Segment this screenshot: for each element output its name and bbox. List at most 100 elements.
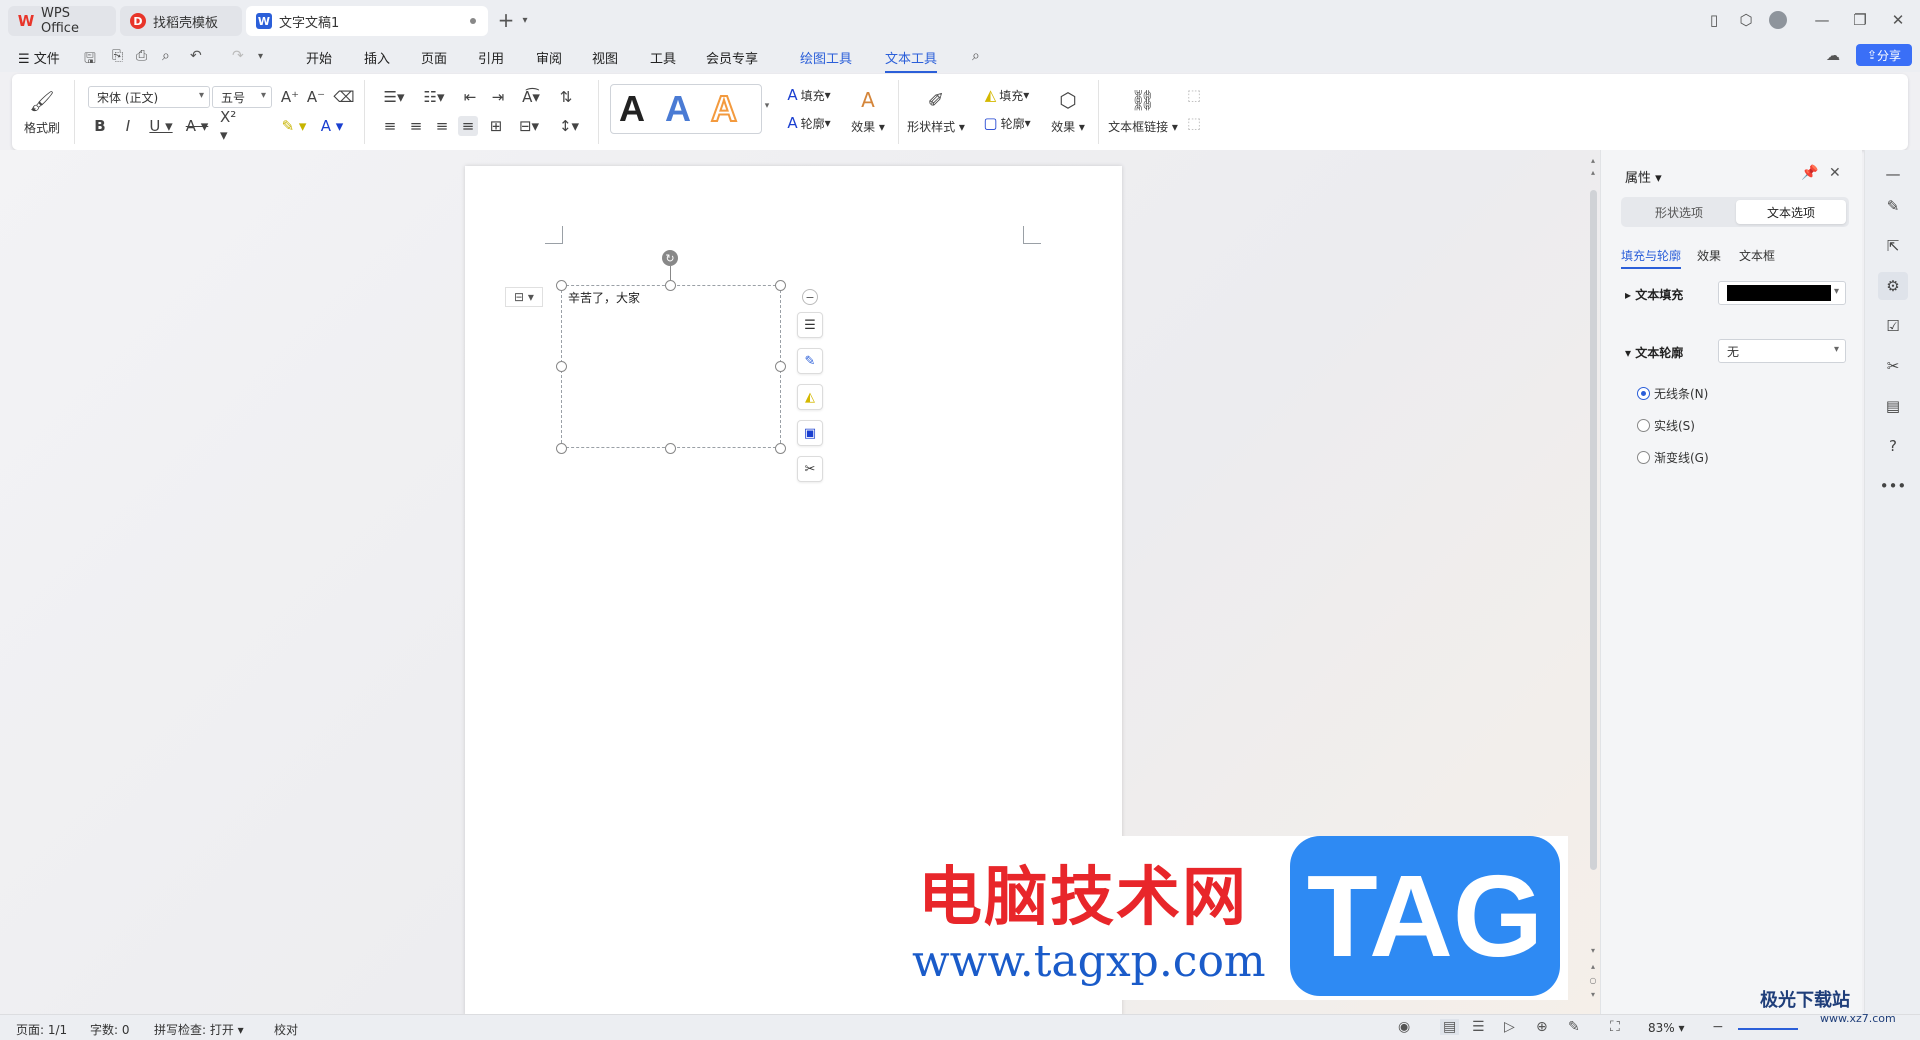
art-style-blue[interactable]: A (665, 89, 691, 129)
scroll-up-icon[interactable]: ▴ (1588, 168, 1598, 177)
wrap-text-icon[interactable]: ☰ (797, 312, 823, 338)
tab-page[interactable]: 页面 (421, 48, 447, 67)
fit-page-icon[interactable]: ⛶ (1610, 1019, 1620, 1035)
scroll-thumb[interactable] (1590, 190, 1597, 870)
tab-home[interactable]: 开始 (306, 48, 332, 67)
web-view-icon[interactable]: ⊕ (1536, 1019, 1548, 1035)
export-icon[interactable]: ⎘ (112, 48, 123, 64)
eye-icon[interactable]: ◉ (1398, 1019, 1410, 1035)
proofread-button[interactable]: 校对 (274, 1021, 298, 1038)
play-icon[interactable]: ▷ (1504, 1019, 1515, 1035)
share-button[interactable]: ⇪ 分享 (1856, 44, 1912, 66)
increase-indent-icon[interactable]: ⇥ (488, 88, 508, 106)
text-effect-button[interactable]: A 效果 ▾ (846, 82, 890, 140)
radio-solid-line[interactable]: 实线(S) (1637, 417, 1695, 434)
prev-page-icon[interactable]: ▴ (1588, 962, 1598, 971)
tab-references[interactable]: 引用 (478, 48, 504, 67)
text-outline-button[interactable]: A 轮廓 ▾ (778, 114, 840, 132)
cube-icon[interactable]: ⬡ (1736, 10, 1756, 30)
tab-wps-office[interactable]: W WPS Office (8, 6, 116, 36)
tab-tools[interactable]: 工具 (650, 48, 676, 67)
pin-icon[interactable]: 📌 (1801, 165, 1818, 181)
resize-handle[interactable] (556, 280, 567, 291)
art-style-orange-outline[interactable]: A (710, 88, 738, 130)
print-icon[interactable]: ⎙ (136, 48, 147, 64)
search-icon[interactable]: ⌕ (972, 48, 980, 64)
align-center-icon[interactable]: ≡ (406, 116, 426, 136)
tools-icon[interactable]: ✂ (797, 456, 823, 482)
tab-menu-chevron-icon[interactable]: ▾ (518, 10, 532, 30)
text-outline-select[interactable]: 无 ▾ (1718, 339, 1846, 363)
select-pointer-icon[interactable]: ⇱ (1878, 232, 1908, 260)
resize-handle[interactable] (775, 280, 786, 291)
tab-template[interactable]: D 找稻壳模板 (120, 6, 242, 36)
font-color-icon[interactable]: A ▾ (318, 116, 346, 136)
select-browse-icon[interactable]: ○ (1588, 976, 1598, 985)
print-preview-icon[interactable]: ⌕ (162, 48, 170, 64)
tab-document[interactable]: W 文字文稿1 (246, 6, 488, 36)
text-fill-button[interactable]: A 填充 ▾ (778, 86, 840, 104)
text-direction-icon[interactable]: A͡▾ (516, 88, 546, 106)
radio-gradient-line[interactable]: 渐变线(G) (1637, 449, 1709, 466)
tab-insert[interactable]: 插入 (364, 48, 390, 67)
sort-icon[interactable]: ⇅ (556, 88, 576, 106)
panel-title[interactable]: 属性 ▾ (1625, 167, 1662, 186)
tab-text-options[interactable]: 文本选项 (1736, 200, 1846, 224)
layout-options-button[interactable]: ⊟ ▾ (505, 287, 543, 307)
justify-icon[interactable]: ≡ (458, 116, 478, 136)
outline-view-icon[interactable]: ☰ (1472, 1019, 1485, 1035)
file-menu[interactable]: ☰ 文件 (18, 48, 60, 67)
undo-icon[interactable]: ↶ (190, 48, 202, 64)
scroll-up-icon[interactable]: ▴ (1588, 156, 1598, 165)
resize-handle[interactable] (665, 280, 676, 291)
shape-fill-button[interactable]: ◭ 填充 ▾ (976, 86, 1038, 104)
close-icon[interactable]: ✕ (1888, 10, 1908, 30)
cloud-icon[interactable]: ☁ (1826, 48, 1840, 64)
tab-review[interactable]: 审阅 (536, 48, 562, 67)
strikethrough-icon[interactable]: A ▾ (184, 116, 210, 136)
tab-view[interactable]: 视图 (592, 48, 618, 67)
collapse-toolbar-icon[interactable]: − (802, 289, 818, 305)
spell-check-toggle[interactable]: 拼写检查: 打开 ▾ (154, 1021, 244, 1038)
resize-handle[interactable] (775, 443, 786, 454)
align-left-icon[interactable]: ≡ (380, 116, 400, 136)
text-outline-section[interactable]: ▾ 文本轮廓 (1625, 344, 1683, 361)
highlight-icon[interactable]: ✎ ▾ (280, 116, 308, 136)
resize-handle[interactable] (665, 443, 676, 454)
subtab-fill-outline[interactable]: 填充与轮廓 (1621, 247, 1682, 269)
word-count[interactable]: 字数: 0 (90, 1021, 130, 1038)
zoom-out-icon[interactable]: − (1712, 1019, 1724, 1035)
vertical-align-icon[interactable]: ⊟▾ (514, 116, 544, 136)
tab-text-tools[interactable]: 文本工具 (885, 48, 938, 73)
more-icon[interactable]: ••• (1878, 472, 1908, 500)
shape-outline-button[interactable]: ▢ 轮廓 ▾ (976, 114, 1038, 132)
line-spacing-icon[interactable]: ↕▾ (554, 116, 584, 136)
edit-pen-icon[interactable]: ✎ (1878, 192, 1908, 220)
text-box-content[interactable]: 辛苦了，大家 (568, 289, 640, 306)
restore-icon[interactable]: ❐ (1850, 10, 1870, 30)
distribute-icon[interactable]: ⊞ (486, 116, 506, 136)
write-icon[interactable]: ✎ (1568, 1019, 1580, 1035)
avatar[interactable] (1768, 10, 1788, 30)
decrease-indent-icon[interactable]: ⇤ (460, 88, 480, 106)
italic-icon[interactable]: I (118, 116, 138, 136)
properties-icon[interactable]: ⚙ (1878, 272, 1908, 300)
resize-handle[interactable] (556, 443, 567, 454)
format-painter-button[interactable]: 🖌 格式刷 (22, 82, 62, 142)
redo-icon[interactable]: ↷ (232, 48, 244, 64)
help-icon[interactable]: ? (1878, 432, 1908, 460)
shape-style-button[interactable]: ✐ 形状样式 ▾ (904, 82, 968, 140)
align-right-icon[interactable]: ≡ (432, 116, 452, 136)
underline-icon[interactable]: U ▾ (148, 116, 174, 136)
tab-member[interactable]: 会员专享 (706, 48, 758, 67)
superscript-icon[interactable]: X² ▾ (220, 108, 248, 144)
text-fill-section[interactable]: ▸ 文本填充 (1625, 286, 1683, 303)
text-fill-color-select[interactable]: ▾ (1718, 281, 1846, 305)
save-icon[interactable]: 🖫 (84, 48, 96, 72)
art-style-black[interactable]: A (619, 89, 645, 129)
tab-shape-options[interactable]: 形状选项 (1624, 200, 1734, 224)
next-link-icon[interactable]: ⬚ (1184, 114, 1204, 132)
resize-handle[interactable] (775, 361, 786, 372)
fill-bucket-icon[interactable]: ◭ (797, 384, 823, 410)
minimize-icon[interactable]: — (1812, 10, 1832, 30)
